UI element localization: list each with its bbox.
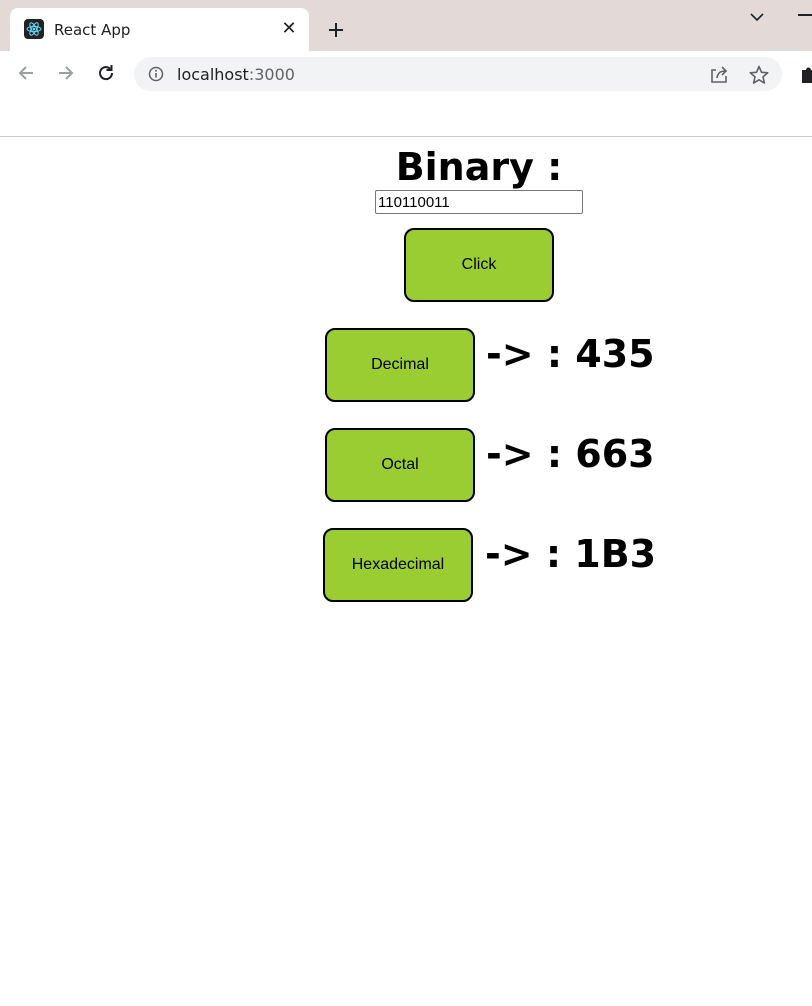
- hexadecimal-result: -> : 1B3: [485, 532, 657, 576]
- puzzle-extension-icon[interactable]: [798, 63, 812, 85]
- decimal-result: -> : 435: [486, 332, 655, 376]
- octal-button[interactable]: Octal: [325, 428, 475, 502]
- browser-toolbar: localhost:3000: [0, 51, 812, 96]
- reload-button[interactable]: [94, 61, 118, 85]
- click-button[interactable]: Click: [404, 228, 554, 302]
- tab-search-button[interactable]: [746, 6, 768, 28]
- back-button[interactable]: [14, 61, 38, 85]
- page-title: Binary :: [395, 145, 563, 189]
- close-icon[interactable]: ✕: [279, 18, 299, 39]
- hexadecimal-button[interactable]: Hexadecimal: [323, 528, 473, 602]
- page-content: Binary : Click Decimal -> : 435 Octal ->…: [0, 137, 812, 1006]
- forward-arrow-icon: [59, 66, 74, 80]
- url-host: localhost: [177, 65, 249, 84]
- new-tab-button[interactable]: [322, 16, 350, 44]
- info-icon[interactable]: [148, 66, 164, 82]
- decimal-button[interactable]: Decimal: [325, 328, 475, 402]
- binary-input[interactable]: [375, 190, 583, 214]
- url-port: :3000: [248, 65, 295, 84]
- reload-icon: [99, 65, 114, 81]
- chevron-down-icon: [750, 13, 764, 22]
- url-text[interactable]: localhost:3000: [177, 65, 295, 84]
- tab-strip: React App ✕: [0, 0, 812, 51]
- octal-result: -> : 663: [486, 432, 655, 476]
- forward-button[interactable]: [54, 61, 78, 85]
- tab-react-app[interactable]: React App ✕: [10, 8, 309, 51]
- share-icon[interactable]: [708, 64, 730, 86]
- address-bar[interactable]: localhost:3000: [134, 57, 782, 91]
- react-favicon-icon: [24, 19, 44, 39]
- back-arrow-icon: [18, 66, 33, 80]
- minimize-icon[interactable]: [798, 14, 812, 16]
- plus-icon: [329, 23, 343, 37]
- tab-title: React App: [54, 21, 131, 39]
- star-icon[interactable]: [748, 64, 770, 86]
